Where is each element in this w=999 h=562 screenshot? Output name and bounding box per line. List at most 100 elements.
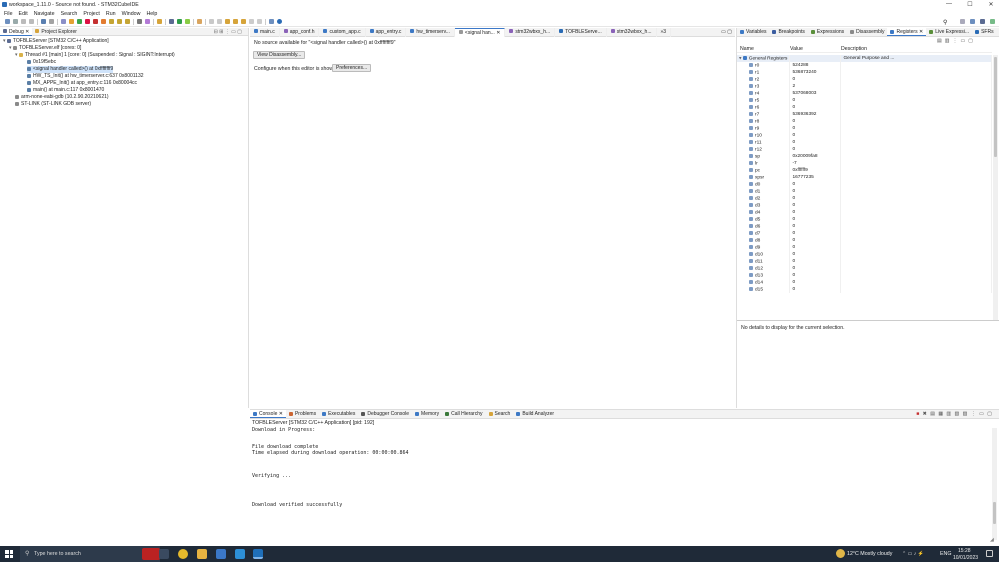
register-value[interactable]: 0: [789, 272, 842, 279]
register-row[interactable]: d10 0: [737, 251, 992, 258]
tab-variables[interactable]: Variables: [737, 28, 769, 36]
register-value[interactable]: 0: [789, 230, 842, 237]
tab-search[interactable]: Search: [486, 410, 514, 418]
register-row[interactable]: lr -7: [737, 160, 992, 167]
register-value[interactable]: 0: [789, 216, 842, 223]
register-row[interactable]: sp 0x20009fa8: [737, 153, 992, 160]
register-row[interactable]: r6 0: [737, 104, 992, 111]
register-value[interactable]: 0: [789, 104, 842, 111]
register-value[interactable]: 2: [789, 83, 842, 90]
register-row[interactable]: d14 0: [737, 279, 992, 286]
mail-icon[interactable]: [216, 549, 226, 559]
register-row[interactable]: d12 0: [737, 265, 992, 272]
tab-breakpoints[interactable]: Breakpoints: [769, 28, 807, 36]
editor-tab[interactable]: app_conf.h: [280, 27, 320, 37]
suspend-icon[interactable]: [84, 19, 90, 24]
layout-icon[interactable]: ▥: [945, 38, 950, 44]
preferences-button[interactable]: Preferences...: [332, 64, 372, 72]
disconnect-icon[interactable]: [100, 19, 106, 24]
tab-disassembly[interactable]: Disassembly: [847, 28, 887, 36]
skip-breakpoints-icon[interactable]: [60, 19, 66, 24]
menu-file[interactable]: File: [4, 11, 13, 17]
register-row[interactable]: d8 0: [737, 237, 992, 244]
editor-tab[interactable]: main.c: [250, 27, 280, 37]
tab-executables[interactable]: Executables: [319, 410, 358, 418]
tree-item-frame-2[interactable]: HW_TS_Init() at hw_timerserver.c:637 0x8…: [27, 73, 144, 80]
register-value[interactable]: 0: [789, 244, 842, 251]
tree-item-stlink[interactable]: ST-LINK (ST-LINK GDB server): [15, 101, 91, 108]
register-row[interactable]: d15 0: [737, 286, 992, 293]
register-value[interactable]: 0: [789, 132, 842, 139]
view-menu-icon[interactable]: ⋮: [952, 38, 957, 44]
menu-project[interactable]: Project: [83, 11, 100, 17]
editor-tab[interactable]: app_entry.c: [366, 27, 407, 37]
maximize-button[interactable]: ☐: [963, 1, 977, 9]
register-row[interactable]: r12 0: [737, 146, 992, 153]
register-row[interactable]: r10 0: [737, 132, 992, 139]
step-over-icon[interactable]: [116, 19, 122, 24]
register-row[interactable]: r0 524288: [737, 62, 992, 69]
taskbar-search[interactable]: ⚲ Type here to search: [20, 546, 160, 562]
step-return-icon[interactable]: [124, 19, 130, 24]
view-disassembly-button[interactable]: View Disassembly...: [253, 51, 306, 59]
tab-registers[interactable]: Registers ✕: [887, 28, 927, 36]
register-value[interactable]: 0: [789, 139, 842, 146]
register-row[interactable]: d4 0: [737, 209, 992, 216]
register-row[interactable]: d9 0: [737, 244, 992, 251]
nav-back-icon[interactable]: [248, 19, 254, 24]
tray-icons[interactable]: ⌃ ▭ ♪ ⚡: [902, 551, 924, 557]
register-value[interactable]: 0xffffff9: [789, 167, 842, 174]
register-value[interactable]: 524288: [789, 62, 842, 69]
weather-icon[interactable]: [836, 549, 845, 558]
register-value[interactable]: 0: [789, 286, 842, 293]
menu-window[interactable]: Window: [122, 11, 141, 17]
tree-item-frame-1[interactable]: <signal handler called>() at 0xffffffff9: [27, 66, 113, 73]
register-value[interactable]: 0: [789, 265, 842, 272]
tab-debugger-console[interactable]: Debugger Console: [358, 410, 412, 418]
menu-edit[interactable]: Edit: [19, 11, 28, 17]
tab-sfrs[interactable]: SFRs: [972, 28, 997, 36]
register-row[interactable]: d2 0: [737, 195, 992, 202]
task-view-icon[interactable]: [159, 549, 169, 559]
run-icon[interactable]: [176, 19, 182, 24]
close-window-button[interactable]: ✕: [984, 1, 998, 9]
scrollbar-thumb[interactable]: [994, 57, 997, 157]
tab-live-expressions[interactable]: Live Expressi...: [926, 28, 972, 36]
instruction-step-icon[interactable]: [136, 19, 142, 24]
minimize-button[interactable]: —: [942, 1, 956, 9]
perspective-4-icon[interactable]: [989, 19, 995, 24]
maximize-view-icon[interactable]: ▢: [968, 38, 973, 44]
restart-icon[interactable]: [144, 19, 150, 24]
register-row[interactable]: d5 0: [737, 216, 992, 223]
perspective-2-icon[interactable]: [969, 19, 975, 24]
register-value[interactable]: 0: [789, 279, 842, 286]
start-icon[interactable]: [5, 550, 13, 558]
tree-item-frame-4[interactable]: main() at main.c:117 0x8001470: [27, 87, 104, 94]
tab-expressions[interactable]: Expressions: [808, 28, 847, 36]
prev-annotation-icon[interactable]: [216, 19, 222, 24]
forward-icon[interactable]: [232, 19, 238, 24]
print-icon[interactable]: [28, 19, 34, 24]
register-value[interactable]: 0: [789, 125, 842, 132]
search-tool-icon[interactable]: [196, 19, 202, 24]
col-value[interactable]: Value: [787, 46, 838, 52]
register-value[interactable]: 0: [789, 146, 842, 153]
register-value[interactable]: -7: [789, 160, 842, 167]
step-into-icon[interactable]: [108, 19, 114, 24]
register-value[interactable]: 0: [789, 195, 842, 202]
register-value[interactable]: 0: [789, 188, 842, 195]
tree-item-frame-0[interactable]: 0x19f5ebc: [27, 59, 56, 66]
register-row[interactable]: r9 0: [737, 125, 992, 132]
editor-tab[interactable]: TOFBLEServe...: [555, 27, 607, 37]
register-value[interactable]: 0: [789, 237, 842, 244]
register-row[interactable]: r4 537068003: [737, 90, 992, 97]
tab-memory[interactable]: Memory: [412, 410, 442, 418]
clock-date[interactable]: 10/01/2023: [953, 555, 978, 561]
save-icon[interactable]: [12, 19, 18, 24]
tab-project-explorer[interactable]: Project Explorer: [32, 28, 80, 36]
register-value[interactable]: 0: [789, 209, 842, 216]
store-icon[interactable]: [235, 549, 245, 559]
editor-tab-active[interactable]: <signal han... ✕: [454, 27, 506, 37]
register-value[interactable]: 16777235: [789, 174, 842, 181]
register-row[interactable]: d6 0: [737, 223, 992, 230]
